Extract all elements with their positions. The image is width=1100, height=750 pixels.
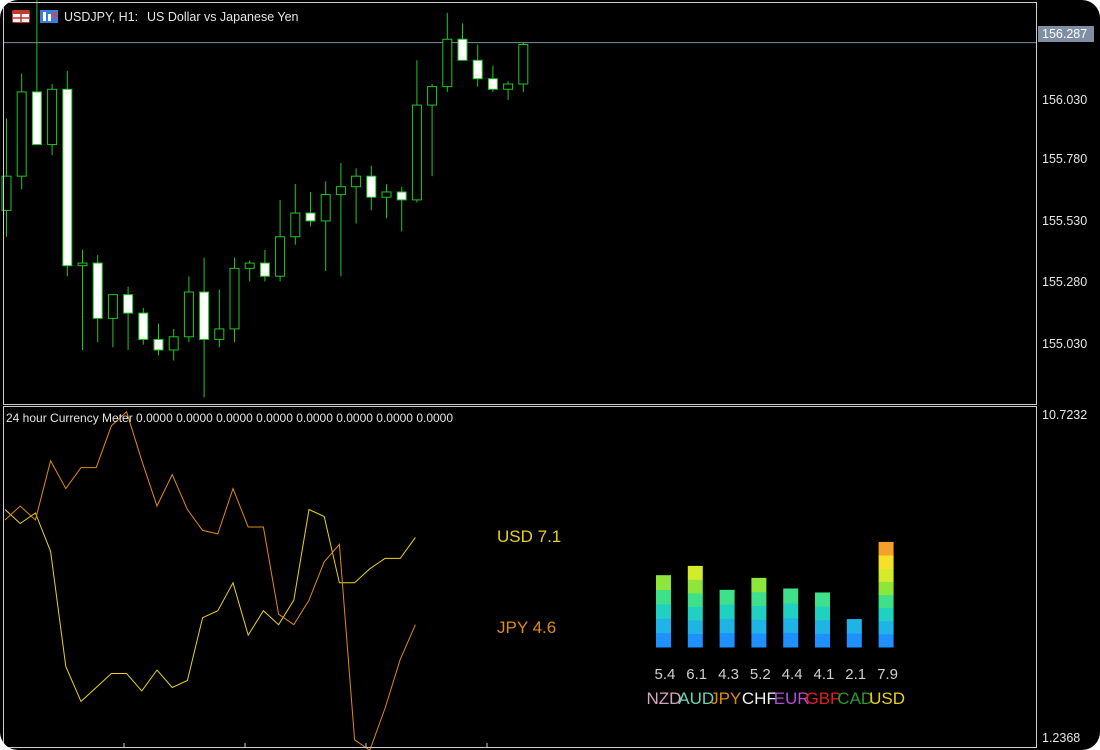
symbol-description: US Dollar vs Japanese Yen bbox=[147, 10, 299, 24]
indicator-axis-top: 10.7232 bbox=[1042, 408, 1088, 422]
indicator-title: 24 hour Currency Meter 0.0000 0.0000 0.0… bbox=[6, 411, 454, 425]
symbol-label: USDJPY, H1: bbox=[64, 10, 139, 24]
meter-currency-nzd: NZD bbox=[646, 689, 682, 708]
chart-window: USDJPY, H1: US Dollar vs Japanese Yen 15… bbox=[0, 0, 1100, 750]
meter-value-jpy: 4.3 bbox=[718, 666, 739, 683]
meter-currency-usd: USD bbox=[869, 689, 905, 708]
price-tick: 155.530 bbox=[1042, 214, 1088, 228]
meter-value-eur: 4.4 bbox=[781, 666, 803, 683]
meter-value-nzd: 5.4 bbox=[654, 666, 676, 683]
price-tick: 155.280 bbox=[1042, 275, 1088, 289]
meter-value-aud: 6.1 bbox=[686, 666, 708, 683]
current-price-tag: 156.287 bbox=[1038, 26, 1094, 42]
meter-currency-chf: CHF bbox=[741, 689, 777, 708]
price-tick: 156.030 bbox=[1042, 93, 1088, 107]
indicator-axis-bottom: 1.2368 bbox=[1042, 731, 1081, 745]
meter-currency-aud: AUD bbox=[678, 689, 715, 708]
price-tick: 155.030 bbox=[1042, 337, 1088, 351]
meter-value-gbp: 4.1 bbox=[813, 666, 835, 683]
price-tick: 155.780 bbox=[1042, 152, 1088, 166]
meter-value-chf: 5.2 bbox=[749, 666, 771, 683]
trading-icon[interactable] bbox=[40, 10, 58, 23]
meter-currency-eur: EUR bbox=[773, 689, 810, 708]
usd-line-label: USD 7.1 bbox=[497, 527, 562, 546]
meter-currency-cad: CAD bbox=[837, 689, 874, 708]
jpy-line-label: JPY 4.6 bbox=[497, 618, 557, 637]
chart-list-icon[interactable] bbox=[12, 10, 30, 23]
meter-value-usd: 7.9 bbox=[877, 666, 898, 683]
meter-currency-gbp: GBP bbox=[805, 689, 842, 708]
price-plot-border bbox=[3, 2, 1037, 405]
meter-value-cad: 2.1 bbox=[845, 666, 867, 683]
meter-currency-jpy: JPY bbox=[710, 689, 742, 708]
